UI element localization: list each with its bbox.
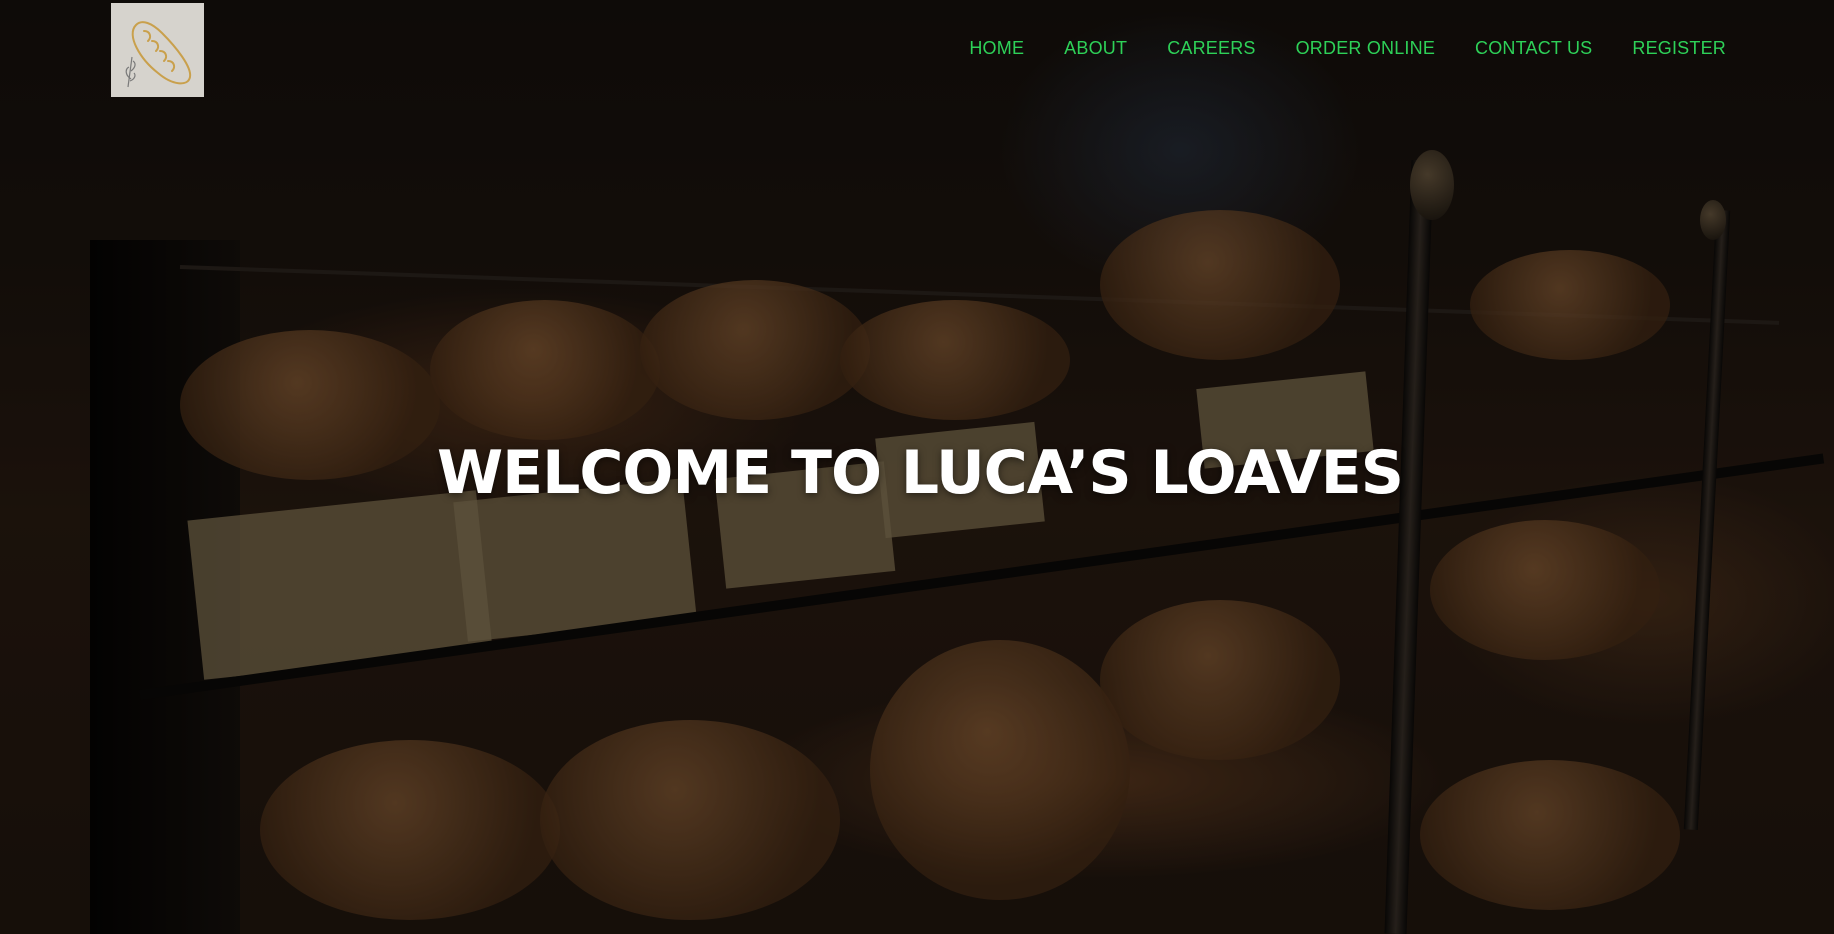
site-logo[interactable] <box>111 3 204 97</box>
nav-item-order-online: ORDER ONLINE <box>1296 38 1435 59</box>
nav-link-careers[interactable]: CAREERS <box>1167 38 1255 58</box>
nav-item-about: ABOUT <box>1064 38 1127 59</box>
main-nav: HOME ABOUT CAREERS ORDER ONLINE CONTACT … <box>969 38 1726 59</box>
nav-link-order-online[interactable]: ORDER ONLINE <box>1296 38 1435 58</box>
nav-item-contact-us: CONTACT US <box>1475 38 1592 59</box>
nav-link-about[interactable]: ABOUT <box>1064 38 1127 58</box>
nav-link-home[interactable]: HOME <box>969 38 1024 58</box>
nav-link-register[interactable]: REGISTER <box>1632 38 1726 58</box>
nav-item-register: REGISTER <box>1632 38 1726 59</box>
hero-section: HOME ABOUT CAREERS ORDER ONLINE CONTACT … <box>0 0 1834 934</box>
nav-item-careers: CAREERS <box>1167 38 1255 59</box>
bread-loaf-icon <box>125 21 191 88</box>
nav-item-home: HOME <box>969 38 1024 59</box>
nav-link-contact-us[interactable]: CONTACT US <box>1475 38 1592 58</box>
hero-title: WELCOME TO LUCA’S LOAVES <box>437 438 1404 508</box>
